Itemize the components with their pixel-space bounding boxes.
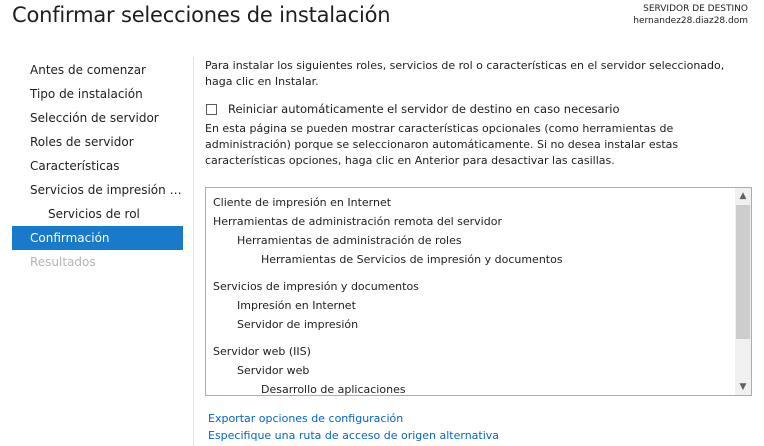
optional-features-note: En esta página se pueden mostrar caracte…	[205, 122, 679, 167]
vertical-scrollbar[interactable]: ▲ ▼	[735, 188, 751, 395]
list-item: Herramientas de administración de roles	[237, 234, 462, 247]
nav-item-tipo-de-instalacion[interactable]: Tipo de instalación	[12, 82, 183, 106]
destination-server-info: SERVIDOR DE DESTINO hernandez28.diaz28.d…	[633, 3, 748, 27]
wizard-nav: Antes de comenzar Tipo de instalación Se…	[12, 58, 183, 274]
nav-item-servicios-de-impresion[interactable]: Servicios de impresión y...	[12, 178, 183, 202]
selection-list[interactable]: Cliente de impresión en Internet Herrami…	[205, 187, 752, 396]
list-item: Desarrollo de aplicaciones	[261, 383, 406, 396]
list-item: Servicios de impresión y documentos	[213, 280, 419, 293]
restart-option: Reiniciar automáticamente el servidor de…	[205, 100, 755, 118]
list-item: Servidor web	[237, 364, 310, 377]
page-title: Confirmar selecciones de instalación	[12, 3, 391, 27]
nav-item-servicios-de-rol[interactable]: Servicios de rol	[12, 202, 183, 226]
scrollbar-thumb[interactable]	[736, 205, 750, 339]
list-item: Impresión en Internet	[237, 299, 356, 312]
restart-checkbox-label[interactable]: Reiniciar automáticamente el servidor de…	[228, 101, 620, 117]
destination-server-name: hernandez28.diaz28.dom	[633, 16, 748, 26]
list-item: Servidor de impresión	[237, 318, 359, 331]
scroll-up-icon[interactable]: ▲	[735, 188, 751, 204]
destination-server-label: SERVIDOR DE DESTINO	[643, 4, 748, 14]
list-item: Cliente de impresión en Internet	[213, 196, 392, 209]
nav-divider	[193, 57, 194, 446]
intro-text: Para instalar los siguientes roles, serv…	[205, 59, 725, 88]
nav-item-antes-de-comenzar[interactable]: Antes de comenzar	[12, 58, 183, 82]
main-content: Para instalar los siguientes roles, serv…	[205, 58, 755, 169]
list-item: Servidor web (IIS)	[213, 345, 311, 358]
scroll-down-icon[interactable]: ▼	[735, 379, 751, 395]
selection-list-content: Cliente de impresión en Internet Herrami…	[213, 193, 733, 396]
nav-item-caracteristicas[interactable]: Características	[12, 154, 183, 178]
nav-item-resultados: Resultados	[30, 255, 96, 269]
export-config-link[interactable]: Exportar opciones de configuración	[208, 410, 499, 427]
bottom-links: Exportar opciones de configuración Espec…	[208, 410, 499, 444]
nav-item-roles-de-servidor[interactable]: Roles de servidor	[12, 130, 183, 154]
list-item: Herramientas de administración remota de…	[213, 215, 502, 228]
restart-checkbox[interactable]	[206, 103, 217, 115]
nav-item-seleccion-de-servidor[interactable]: Selección de servidor	[12, 106, 183, 130]
alternate-source-link[interactable]: Especifique una ruta de acceso de origen…	[208, 427, 499, 444]
nav-item-confirmacion[interactable]: Confirmación	[12, 226, 183, 250]
list-item: Herramientas de Servicios de impresión y…	[261, 253, 563, 266]
